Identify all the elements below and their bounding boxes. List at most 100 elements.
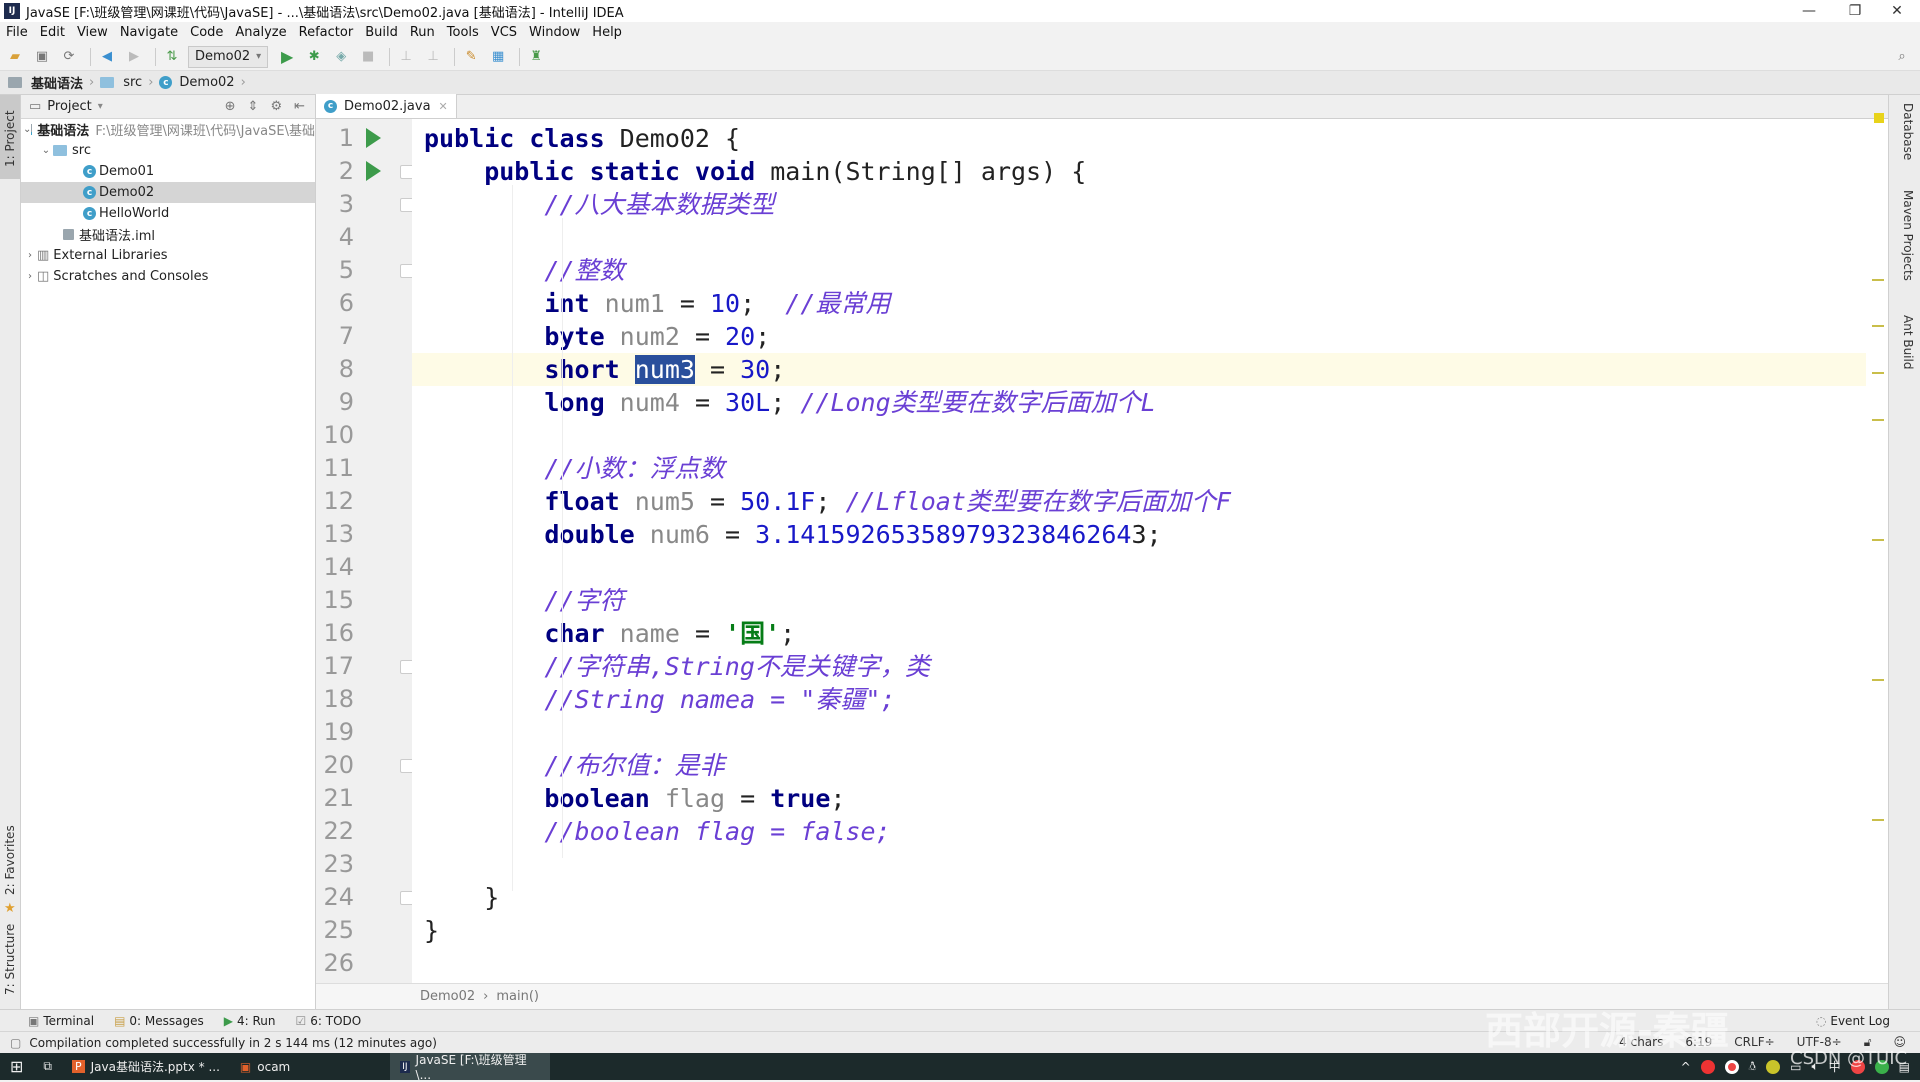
settings-wrench-icon[interactable]: ✎ <box>460 46 482 68</box>
vcs-update-icon[interactable]: ⊥ <box>395 46 417 68</box>
line-number[interactable]: 4 <box>318 221 354 254</box>
tree-item-src[interactable]: ⌄ src <box>21 140 315 161</box>
stripe-marker[interactable] <box>1872 419 1884 421</box>
line-number[interactable]: 14 <box>318 551 354 584</box>
line-number[interactable]: 25 <box>318 914 354 947</box>
code-line[interactable] <box>412 716 1866 749</box>
line-number[interactable]: 2 <box>318 155 354 188</box>
task-view-icon[interactable]: ⧉ <box>33 1053 62 1080</box>
code-line[interactable]: //字符串,String不是关键字，类 <box>412 650 1866 683</box>
tool-tab-messages[interactable]: ▤ 0: Messages <box>114 1014 204 1028</box>
menu-file[interactable]: File <box>6 25 28 40</box>
code-line[interactable]: public static void main(String[] args) { <box>412 155 1866 188</box>
line-number[interactable]: 19 <box>318 716 354 749</box>
open-folder-icon[interactable]: ▰ <box>4 46 26 68</box>
project-tool-tab[interactable]: 1: Project <box>0 95 20 179</box>
maven-tool-tab[interactable]: Maven Projects <box>1897 190 1917 300</box>
menu-help[interactable]: Help <box>592 25 622 40</box>
menu-run[interactable]: Run <box>410 25 435 40</box>
taskbar-item-pptx[interactable]: P Java基础语法.pptx * ... <box>62 1053 230 1080</box>
sdk-icon[interactable]: ♜ <box>525 46 547 68</box>
tree-item-module[interactable]: ⌄ 基础语法 F:\班级管理\网课班\代码\JavaSE\基础 <box>21 119 315 140</box>
chevron-down-icon[interactable]: ▾ <box>98 101 103 112</box>
stripe-marker[interactable] <box>1872 539 1884 541</box>
tree-item-demo01[interactable]: c Demo01 <box>21 161 315 182</box>
line-separator-select[interactable]: CRLF÷ <box>1734 1035 1774 1050</box>
tab-demo02-java[interactable]: c Demo02.java ✕ <box>316 94 457 118</box>
menu-view[interactable]: View <box>77 25 108 40</box>
breadcrumb-method[interactable]: main() <box>496 989 539 1004</box>
code-line[interactable]: char name = '国'; <box>412 617 1866 650</box>
record-icon[interactable] <box>1724 1059 1739 1074</box>
run-gutter-icon[interactable] <box>366 128 381 148</box>
code-line[interactable] <box>412 551 1866 584</box>
stripe-marker[interactable] <box>1872 279 1884 281</box>
menu-navigate[interactable]: Navigate <box>120 25 178 40</box>
line-number[interactable]: 10 <box>318 419 354 452</box>
tree-item-external-libraries[interactable]: › ▥ External Libraries <box>21 245 315 266</box>
caret-position[interactable]: 6:19 <box>1685 1035 1712 1050</box>
restore-button[interactable]: ❐ <box>1832 0 1878 22</box>
line-number[interactable]: 26 <box>318 947 354 980</box>
menu-refactor[interactable]: Refactor <box>299 25 354 40</box>
line-number[interactable]: 17 <box>318 650 354 683</box>
code-line[interactable]: //字符 <box>412 584 1866 617</box>
ant-build-tool-tab[interactable]: Ant Build <box>1897 315 1917 395</box>
taskbar-item-ocam[interactable]: ▣ ocam <box>230 1053 300 1080</box>
code-line[interactable]: long num4 = 30L; //Long类型要在数字后面加个L <box>412 386 1866 419</box>
start-button[interactable]: ⊞ <box>0 1053 33 1080</box>
chevron-down-icon[interactable]: ⌄ <box>39 145 53 156</box>
line-number[interactable]: 1 <box>318 122 354 155</box>
code-line[interactable]: //整数 <box>412 254 1866 287</box>
save-icon[interactable]: ▣ <box>31 46 53 68</box>
code-line[interactable]: float num5 = 50.1F; //Lfloat类型要在数字后面加个F <box>412 485 1866 518</box>
chevron-right-icon[interactable]: › <box>23 271 37 282</box>
breadcrumb-class[interactable]: c Demo02 <box>159 75 235 90</box>
code-line[interactable]: byte num2 = 20; <box>412 320 1866 353</box>
chevron-up-icon[interactable]: ^ <box>1681 1060 1691 1074</box>
code-line[interactable]: //小数：浮点数 <box>412 452 1866 485</box>
line-number[interactable]: 3 <box>318 188 354 221</box>
stripe-marker[interactable] <box>1872 819 1884 821</box>
build-icon[interactable]: ⇅ <box>161 46 183 68</box>
tree-item-scratches[interactable]: › ◫ Scratches and Consoles <box>21 266 315 287</box>
stripe-marker[interactable] <box>1872 325 1884 327</box>
vcs-commit-icon[interactable]: ⊥ <box>422 46 444 68</box>
line-number[interactable]: 15 <box>318 584 354 617</box>
line-number[interactable]: 21 <box>318 782 354 815</box>
chevron-down-icon[interactable]: ⌄ <box>23 124 31 135</box>
collapse-icon[interactable]: ⇕ <box>248 99 259 114</box>
line-number[interactable]: 13 <box>318 518 354 551</box>
line-number[interactable]: 24 <box>318 881 354 914</box>
sync-icon[interactable]: ⟳ <box>58 46 80 68</box>
tool-tab-run[interactable]: ▶ 4: Run <box>224 1014 276 1028</box>
locate-icon[interactable]: ⊕ <box>225 99 236 114</box>
code-line[interactable]: double num6 = 3.141592653589793238462643… <box>412 518 1866 551</box>
menu-code[interactable]: Code <box>190 25 223 40</box>
line-number[interactable]: 6 <box>318 287 354 320</box>
code-line[interactable]: //八大基本数据类型 <box>412 188 1866 221</box>
stripe-marker[interactable] <box>1872 372 1884 374</box>
code-line[interactable]: int num1 = 10; //最常用 <box>412 287 1866 320</box>
gear-icon[interactable]: ⚙ <box>270 99 282 114</box>
favorites-tool-tab[interactable]: 2: Favorites ★ <box>0 805 20 916</box>
code-line[interactable]: public class Demo02 { <box>412 122 1866 155</box>
menu-build[interactable]: Build <box>365 25 398 40</box>
taskbar-item-intellij[interactable]: IJ JavaSE [F:\班级管理\... <box>390 1053 551 1082</box>
breadcrumb-module[interactable]: 基础语法 <box>8 73 83 92</box>
tool-tab-terminal[interactable]: ▣ Terminal <box>28 1014 94 1028</box>
run-gutter-icon[interactable] <box>366 161 381 181</box>
tool-tab-todo[interactable]: ☑ 6: TODO <box>296 1014 362 1028</box>
database-tool-tab[interactable]: Database <box>1897 103 1917 173</box>
line-number[interactable]: 11 <box>318 452 354 485</box>
debug-icon[interactable]: ✱ <box>303 46 325 68</box>
project-view-select[interactable]: Project <box>47 99 91 114</box>
code-line[interactable] <box>412 947 1866 980</box>
stripe-marker[interactable] <box>1872 679 1884 681</box>
event-log-button[interactable]: ◌ Event Log <box>1816 1014 1890 1028</box>
hide-panel-icon[interactable]: ⇤ <box>294 99 305 114</box>
line-number[interactable]: 20 <box>318 749 354 782</box>
netease-music-icon[interactable] <box>1700 1059 1715 1074</box>
error-stripe[interactable] <box>1872 113 1886 979</box>
line-number[interactable]: 8 <box>318 353 354 386</box>
